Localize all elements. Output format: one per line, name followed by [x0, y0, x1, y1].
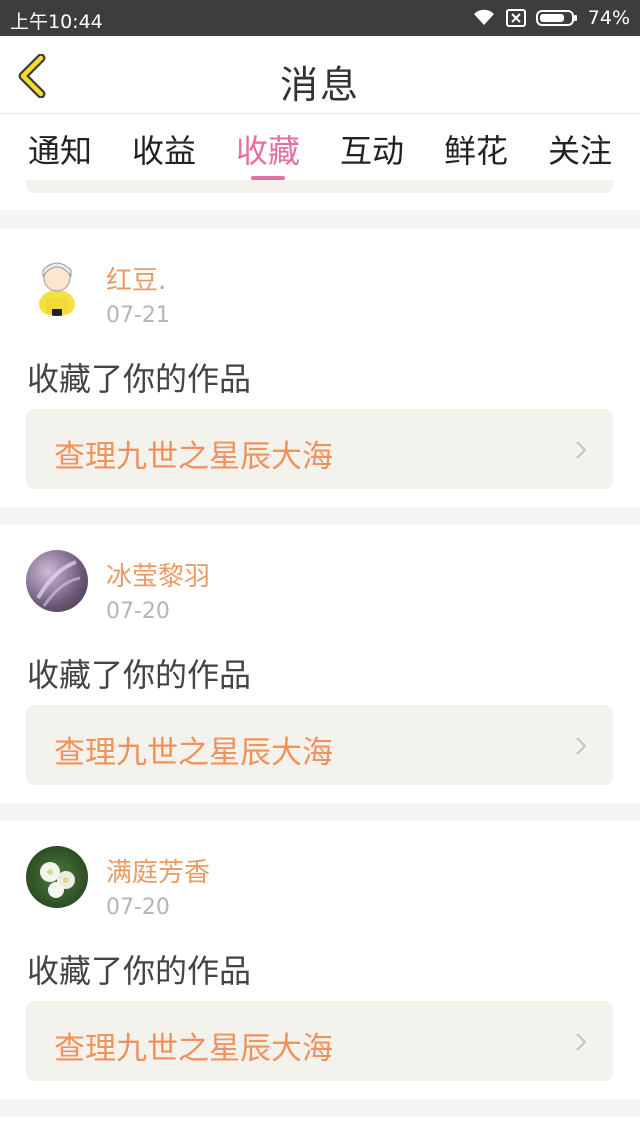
tab-earnings[interactable]: 收益: [112, 126, 216, 172]
work-title: 查理九世之星辰大海: [54, 735, 333, 771]
work-link[interactable]: 查理九世之星辰大海: [26, 1001, 613, 1081]
tab-bar: 通知 收益 收藏 互动 鲜花 关注: [0, 114, 640, 180]
chevron-right-icon: [576, 737, 587, 755]
avatar[interactable]: [26, 846, 88, 908]
message-date: 07-20: [106, 895, 170, 920]
tab-favorites[interactable]: 收藏: [216, 126, 320, 172]
nav-bar: 消息: [0, 36, 640, 114]
avatar-flower-image: [40, 862, 75, 898]
username[interactable]: 满庭芳香: [106, 852, 210, 889]
work-link[interactable]: 查理九世之星辰大海: [26, 705, 613, 785]
action-text: 收藏了你的作品: [27, 656, 252, 694]
page-title: 消息: [279, 63, 360, 107]
sim-card-icon: [505, 9, 526, 27]
tab-interactions[interactable]: 互动: [320, 126, 424, 172]
previous-work-link-edge: [26, 180, 613, 193]
status-icons: 74%: [472, 7, 630, 29]
avatar[interactable]: [26, 254, 88, 316]
avatar-purple-image: [36, 560, 81, 607]
tab-notifications[interactable]: 通知: [8, 126, 112, 172]
next-card-top: [0, 1117, 640, 1138]
avatar-cartoon-image: [39, 262, 75, 316]
message-date: 07-20: [106, 599, 170, 624]
action-text: 收藏了你的作品: [27, 360, 252, 398]
work-title: 查理九世之星辰大海: [54, 439, 333, 475]
work-title: 查理九世之星辰大海: [54, 1031, 333, 1067]
username[interactable]: 红豆.: [106, 260, 166, 297]
message-card: 红豆. 07-21 收藏了你的作品 查理九世之星辰大海: [0, 229, 640, 507]
work-link[interactable]: 查理九世之星辰大海: [26, 409, 613, 489]
status-time: 上午10:44: [10, 11, 103, 33]
tab-following[interactable]: 关注: [528, 126, 632, 172]
battery-percent: 74%: [587, 7, 630, 29]
battery-icon: [535, 10, 577, 26]
message-date: 07-21: [106, 303, 170, 328]
avatar[interactable]: [26, 550, 88, 612]
message-card: 满庭芳香 07-20 收藏了你的作品 查理九世之星辰大海: [0, 821, 640, 1099]
wifi-icon: [473, 9, 494, 25]
action-text: 收藏了你的作品: [27, 952, 252, 990]
message-card: 冰莹黎羽 07-20 收藏了你的作品 查理九世之星辰大海: [0, 525, 640, 803]
status-bar: 上午10:44 74%: [0, 0, 640, 36]
chevron-right-icon: [576, 441, 587, 459]
tab-flowers[interactable]: 鲜花: [424, 126, 528, 172]
chevron-right-icon: [576, 1033, 587, 1051]
username[interactable]: 冰莹黎羽: [106, 556, 210, 593]
